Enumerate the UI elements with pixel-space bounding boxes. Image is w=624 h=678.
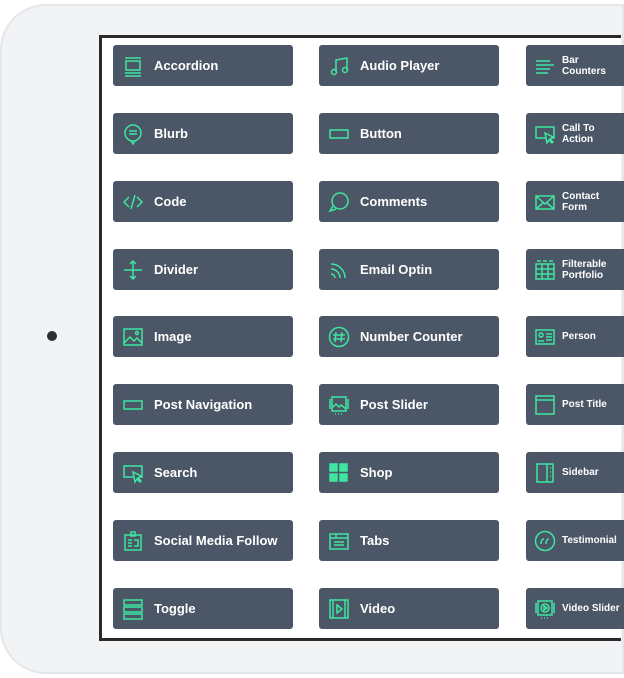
- module-label: Accordion: [154, 58, 219, 73]
- module-button-person[interactable]: Person: [526, 316, 624, 357]
- post-title-icon: [534, 394, 556, 416]
- module-label: Post Slider: [360, 397, 428, 412]
- module-button-divider[interactable]: Divider: [113, 249, 293, 290]
- module-button-shop[interactable]: Shop: [319, 452, 499, 493]
- module-button-audio-player[interactable]: Audio Player: [319, 45, 499, 86]
- video-icon: [328, 598, 350, 620]
- module-label: Image: [154, 329, 192, 344]
- button-icon: [328, 123, 350, 145]
- music-note-icon: [328, 55, 350, 77]
- module-button-number-counter[interactable]: Number Counter: [319, 316, 499, 357]
- module-label: Shop: [360, 465, 393, 480]
- module-button-search[interactable]: Search: [113, 452, 293, 493]
- module-button-social-media-follow[interactable]: Social Media Follow: [113, 520, 293, 561]
- module-label: Call To Action: [562, 122, 595, 145]
- module-button-filterable-portfolio[interactable]: Filterable Portfolio: [526, 249, 624, 290]
- module-button-video-slider[interactable]: Video Slider: [526, 588, 624, 629]
- module-label: Blurb: [154, 126, 188, 141]
- module-label: Comments: [360, 194, 428, 209]
- module-label: Toggle: [154, 601, 196, 616]
- sidebar-icon: [534, 462, 556, 484]
- module-button-code[interactable]: Code: [113, 181, 293, 222]
- module-button-video[interactable]: Video: [319, 588, 499, 629]
- module-button-comments[interactable]: Comments: [319, 181, 499, 222]
- camera-icon: [47, 331, 57, 341]
- bar-counter-icon: [534, 55, 556, 77]
- module-label: Contact Form: [562, 190, 600, 213]
- module-label: Bar Counters: [562, 54, 606, 77]
- comment-icon: [328, 191, 350, 213]
- module-label: Divider: [154, 262, 199, 277]
- module-button-testimonial[interactable]: Testimonial: [526, 520, 624, 561]
- post-navigation-icon: [122, 394, 144, 416]
- module-label: Search: [154, 465, 198, 480]
- module-label: Video Slider: [562, 603, 620, 614]
- module-label: Testimonial: [562, 535, 617, 546]
- module-button-toggle[interactable]: Toggle: [113, 588, 293, 629]
- module-label: Sidebar: [562, 467, 599, 478]
- module-button-call-to-action[interactable]: Call To Action: [526, 113, 624, 154]
- module-label: Filterable Portfolio: [562, 258, 607, 281]
- speech-bubble-icon: [122, 123, 144, 145]
- module-label: Video: [360, 601, 396, 616]
- module-label: Social Media Follow: [154, 533, 278, 548]
- module-label: Button: [360, 126, 402, 141]
- social-follow-icon: [122, 530, 144, 552]
- module-label: Email Optin: [360, 262, 433, 277]
- module-button-button[interactable]: Button: [319, 113, 499, 154]
- image-icon: [122, 326, 144, 348]
- module-button-sidebar[interactable]: Sidebar: [526, 452, 624, 493]
- module-button-email-optin[interactable]: Email Optin: [319, 249, 499, 290]
- module-label: Person: [562, 331, 596, 342]
- module-button-accordion[interactable]: Accordion: [113, 45, 293, 86]
- module-button-post-navigation[interactable]: Post Navigation: [113, 384, 293, 425]
- tablet-screen: Accordion Audio Player Bar Counters Blurb Bu…: [99, 35, 624, 641]
- module-button-post-title[interactable]: Post Title: [526, 384, 624, 425]
- shop-icon: [328, 462, 350, 484]
- module-button-image[interactable]: Image: [113, 316, 293, 357]
- module-label: Audio Player: [360, 58, 440, 73]
- code-icon: [122, 191, 144, 213]
- module-button-contact-form[interactable]: Contact Form: [526, 181, 624, 222]
- module-button-tabs[interactable]: Tabs: [319, 520, 499, 561]
- id-card-icon: [534, 326, 556, 348]
- rss-icon: [328, 259, 350, 281]
- envelope-icon: [534, 191, 556, 213]
- module-button-blurb[interactable]: Blurb: [113, 113, 293, 154]
- tabs-icon: [328, 530, 350, 552]
- module-button-bar-counters[interactable]: Bar Counters: [526, 45, 624, 86]
- module-label: Post Navigation: [154, 397, 253, 412]
- hash-icon: [328, 326, 350, 348]
- accordion-icon: [122, 55, 144, 77]
- toggle-icon: [122, 598, 144, 620]
- quote-icon: [534, 530, 556, 552]
- grid-icon: [534, 259, 556, 281]
- module-label: Code: [154, 194, 187, 209]
- module-label: Post Title: [562, 399, 607, 410]
- search-cursor-icon: [122, 462, 144, 484]
- cursor-box-icon: [534, 123, 556, 145]
- module-label: Number Counter: [360, 329, 463, 344]
- video-slider-icon: [534, 598, 556, 620]
- module-label: Tabs: [360, 533, 390, 548]
- module-button-post-slider[interactable]: Post Slider: [319, 384, 499, 425]
- divider-icon: [122, 259, 144, 281]
- post-slider-icon: [328, 394, 350, 416]
